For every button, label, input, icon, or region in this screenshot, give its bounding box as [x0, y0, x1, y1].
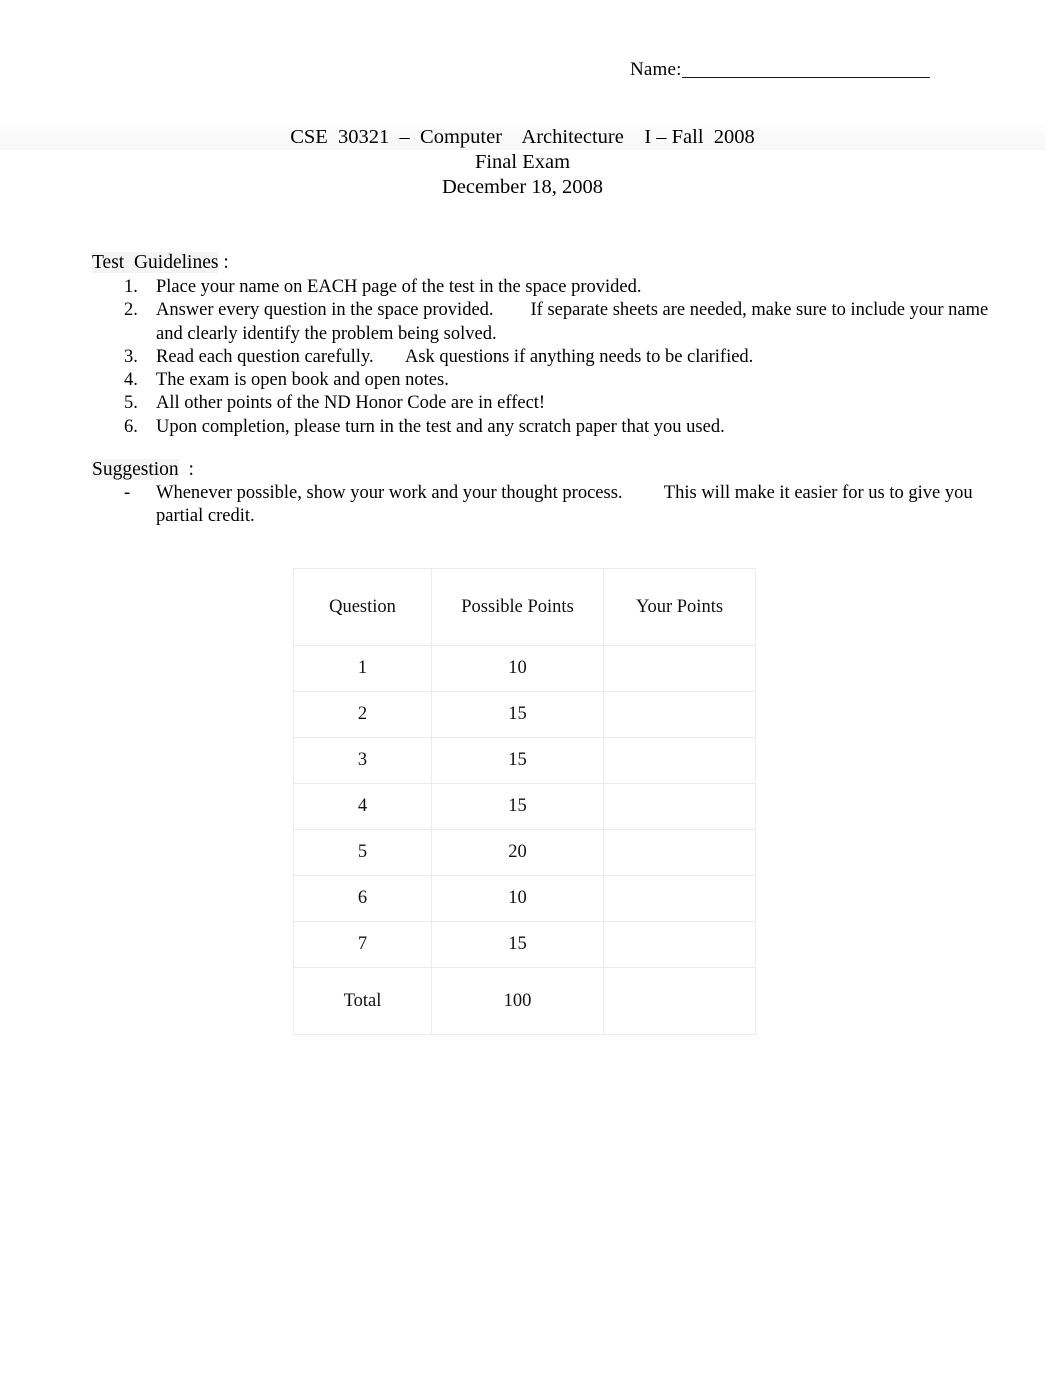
cell-question: 7 — [293, 921, 432, 968]
column-header-possible-points: Possible Points — [431, 568, 604, 646]
course-title: CSE 30321 – Computer Architecture I – Fa… — [0, 124, 1045, 150]
exam-date: December 18, 2008 — [441, 176, 604, 198]
test-guidelines-heading: Test Guidelines : — [92, 251, 229, 275]
table-total-row: Total 100 — [293, 967, 756, 1035]
cell-total-label: Total — [293, 967, 432, 1035]
list-item-bullet: - — [124, 483, 131, 503]
guidelines-list: 1. Place your name on EACH page of the t… — [124, 276, 1004, 439]
list-item-number: 5. — [124, 393, 138, 414]
title-block: CSE 30321 – Computer Architecture I – Fa… — [0, 124, 1045, 200]
list-item-number: 3. — [124, 346, 138, 367]
name-input-rule[interactable] — [681, 77, 930, 78]
table-header-row: Question Possible Points Your Points — [293, 568, 756, 646]
cell-question: 5 — [293, 829, 432, 876]
cell-question: 1 — [293, 645, 432, 692]
test-guidelines-heading-colon: : — [218, 252, 229, 273]
cell-possible-points: 15 — [431, 737, 604, 784]
table-row: 7 15 — [293, 921, 756, 968]
table-row: 2 15 — [293, 691, 756, 738]
cell-possible-points: 10 — [431, 875, 604, 922]
list-item: 4. The exam is open book and open notes. — [124, 369, 1004, 392]
suggestion-list: - Whenever possible, show your work and … — [124, 482, 1004, 529]
cell-question: 4 — [293, 783, 432, 830]
exam-cover-page: Name: CSE 30321 – Computer Architecture … — [0, 0, 1062, 1377]
cell-your-points[interactable] — [603, 645, 756, 692]
list-item-number: 4. — [124, 370, 138, 391]
cell-your-points[interactable] — [603, 783, 756, 830]
test-guidelines-heading-text: Test Guidelines — [92, 252, 219, 273]
list-item-number: 2. — [124, 300, 138, 321]
exam-title: Final Exam — [474, 151, 571, 173]
list-item: 5. All other points of the ND Honor Code… — [124, 392, 1004, 415]
cell-your-points[interactable] — [603, 829, 756, 876]
cell-question: 6 — [293, 875, 432, 922]
suggestion-heading-colon: : — [178, 459, 194, 480]
cell-total-possible-points: 100 — [431, 967, 604, 1035]
name-label: Name: — [630, 59, 682, 80]
cell-possible-points: 20 — [431, 829, 604, 876]
column-header-your-points: Your Points — [603, 568, 756, 646]
cell-your-points[interactable] — [603, 875, 756, 922]
cell-possible-points: 15 — [431, 691, 604, 738]
list-item: 1. Place your name on EACH page of the t… — [124, 276, 1004, 299]
list-item-text: Answer every question in the space provi… — [156, 300, 993, 344]
name-field-row: Name: — [630, 58, 930, 82]
cell-your-points[interactable] — [603, 691, 756, 738]
list-item: - Whenever possible, show your work and … — [124, 482, 1004, 529]
list-item-text: All other points of the ND Honor Code ar… — [156, 393, 546, 414]
cell-question: 2 — [293, 691, 432, 738]
cell-possible-points: 15 — [431, 921, 604, 968]
cell-your-points[interactable] — [603, 921, 756, 968]
grading-table: Question Possible Points Your Points 1 1… — [293, 568, 756, 1035]
list-item: 6. Upon completion, please turn in the t… — [124, 416, 1004, 439]
suggestion-heading: Suggestion : — [92, 458, 194, 482]
list-item: 2. Answer every question in the space pr… — [124, 299, 1004, 346]
list-item: 3. Read each question carefully. Ask que… — [124, 346, 1004, 369]
cell-possible-points: 10 — [431, 645, 604, 692]
list-item-number: 6. — [124, 416, 138, 437]
grading-table-container: Question Possible Points Your Points 1 1… — [293, 568, 756, 1035]
column-header-question: Question — [293, 568, 432, 646]
list-item-text: Read each question carefully. Ask questi… — [156, 346, 754, 367]
table-row: 6 10 — [293, 875, 756, 922]
cell-your-points[interactable] — [603, 737, 756, 784]
suggestion-heading-text: Suggestion — [92, 459, 179, 480]
list-item-text: Place your name on EACH page of the test… — [156, 277, 642, 297]
list-item-text: The exam is open book and open notes. — [156, 370, 449, 391]
cell-total-your-points[interactable] — [603, 967, 756, 1035]
list-item-text: Upon completion, please turn in the test… — [156, 416, 725, 437]
table-row: 3 15 — [293, 737, 756, 784]
cell-question: 3 — [293, 737, 432, 784]
table-row: 5 20 — [293, 829, 756, 876]
list-item-text: Whenever possible, show your work and yo… — [156, 483, 978, 527]
table-row: 4 15 — [293, 783, 756, 830]
list-item-number: 1. — [124, 277, 138, 297]
table-row: 1 10 — [293, 645, 756, 692]
cell-possible-points: 15 — [431, 783, 604, 830]
